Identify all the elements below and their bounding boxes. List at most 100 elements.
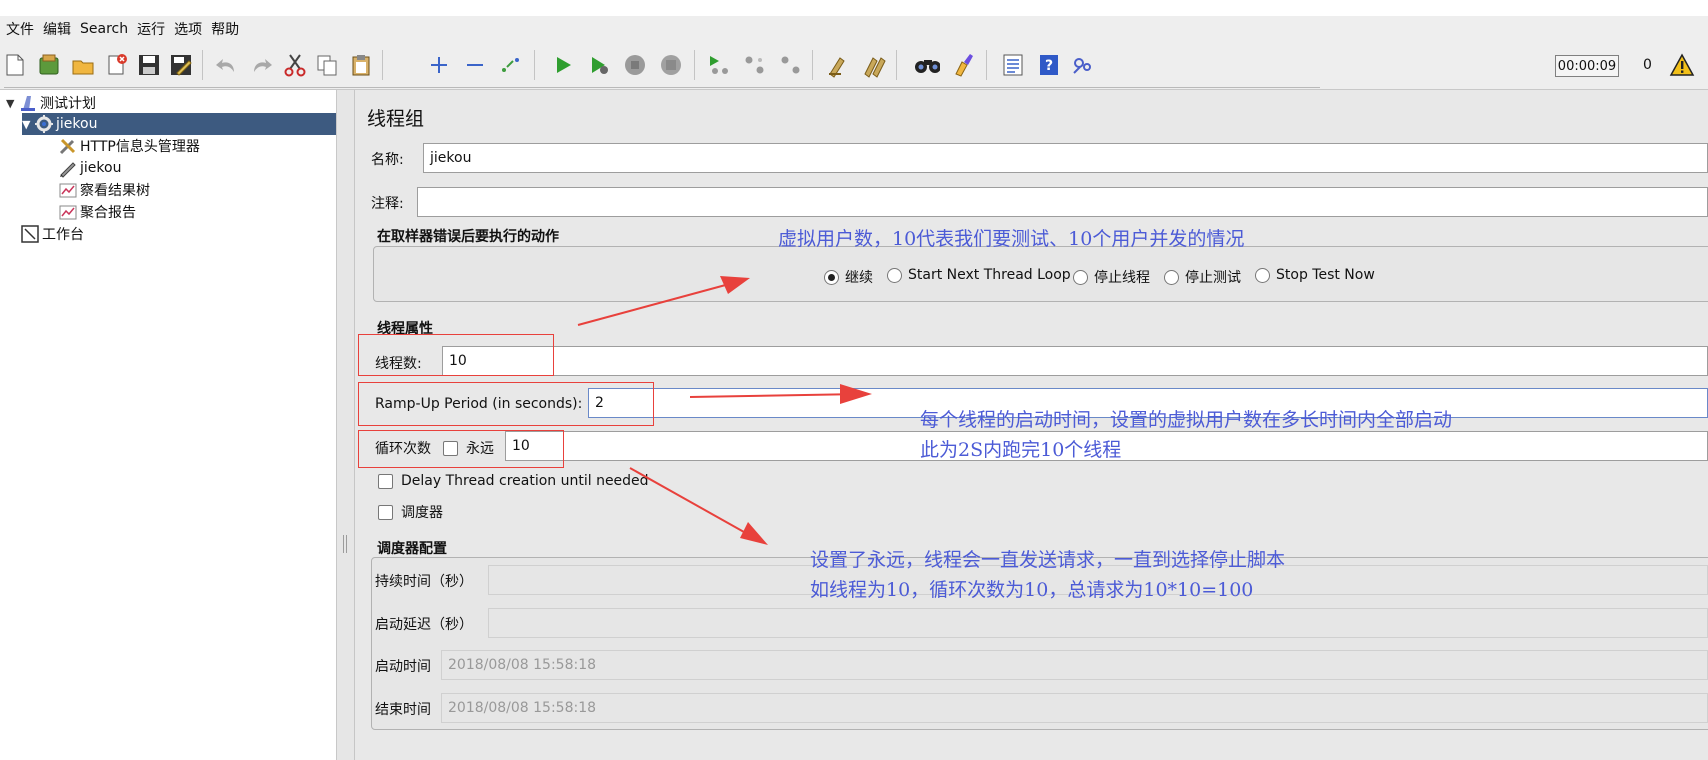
help-icon[interactable]: ? — [1036, 52, 1062, 78]
start-icon[interactable] — [550, 52, 576, 78]
expand-icon[interactable] — [426, 52, 452, 78]
checkbox-box — [378, 504, 393, 520]
stop-icon[interactable] — [622, 52, 648, 78]
toggle-icon[interactable] — [498, 52, 524, 78]
remote-stop-icon[interactable] — [742, 52, 768, 78]
rampup-highlight — [358, 382, 654, 426]
tree-node-workbench[interactable]: 工作台 — [20, 223, 84, 245]
close-icon[interactable] — [104, 52, 130, 78]
menu-help[interactable]: 帮助 — [211, 19, 239, 39]
comment-field[interactable] — [417, 187, 1708, 217]
thread-group-gear-icon — [34, 115, 54, 133]
shutdown-icon[interactable] — [658, 52, 684, 78]
tree-node-aggregate-report[interactable]: 聚合报告 — [58, 201, 136, 223]
templates-icon[interactable] — [36, 52, 62, 78]
copy-icon[interactable] — [314, 52, 340, 78]
annotation-rampup-line2: 此为2S内跑完10个线程 — [920, 439, 1122, 461]
start-no-pause-icon[interactable] — [586, 52, 612, 78]
radio-dot — [1164, 269, 1179, 285]
radio-dot — [824, 269, 839, 285]
thread-count-field[interactable]: 10 — [442, 346, 1708, 376]
start-time-field[interactable]: 2018/08/08 15:58:18 — [441, 650, 1708, 680]
tree-toggle-icon[interactable]: ▼ — [6, 97, 18, 110]
radio-dot — [1073, 269, 1088, 285]
warning-icon[interactable] — [1669, 53, 1695, 81]
open-icon[interactable] — [70, 52, 96, 78]
header-manager-tools-icon — [58, 137, 78, 155]
menu-run[interactable]: 运行 — [137, 19, 165, 39]
name-label: 名称: — [371, 152, 404, 168]
menu-edit[interactable]: 编辑 — [43, 19, 71, 39]
tree-node-sampler[interactable]: jiekou — [58, 157, 121, 179]
svg-text:?: ? — [1045, 58, 1053, 74]
tree-node-label: jiekou — [56, 116, 98, 132]
clear-all-icon[interactable] — [862, 52, 888, 78]
listener-chart-icon — [58, 181, 78, 199]
annotation-rampup-line1: 每个线程的启动时间，设置的虚拟用户数在多长时间内全部启动 — [920, 409, 1453, 431]
startup-delay-field[interactable] — [488, 608, 1708, 638]
divider-grip[interactable] — [343, 535, 347, 553]
startup-delay-label: 启动延迟（秒） — [375, 617, 473, 633]
toolbar: ? — [0, 42, 1708, 90]
tree-node-label: 测试计划 — [40, 96, 96, 112]
elapsed-timer: 00:00:09 — [1555, 55, 1619, 77]
tree-toggle-icon[interactable]: ▼ — [22, 118, 34, 131]
undo-icon[interactable] — [214, 52, 240, 78]
active-threads-count: 0 — [1643, 57, 1652, 73]
radio-stop-test[interactable]: 停止测试 — [1164, 267, 1241, 287]
menu-options[interactable]: 选项 — [174, 19, 202, 39]
log-viewer-icon[interactable] — [1070, 52, 1096, 78]
tree-node-header-manager[interactable]: HTTP信息头管理器 — [58, 135, 200, 157]
tree-node-label: 察看结果树 — [80, 183, 150, 199]
tree-node-test-plan[interactable]: ▼ 测试计划 — [6, 92, 96, 114]
thread-count-highlight — [358, 334, 554, 376]
search-icon[interactable] — [914, 52, 940, 78]
annotation-loop-line2: 如线程为10，循环次数为10，总请求为10*10=100 — [810, 579, 1254, 601]
test-plan-icon — [18, 94, 38, 112]
page-title: 线程组 — [367, 108, 425, 130]
new-file-icon[interactable] — [2, 52, 28, 78]
radio-start-next-loop[interactable]: Start Next Thread Loop — [887, 267, 1071, 283]
save-icon[interactable] — [136, 52, 162, 78]
save-as-icon[interactable] — [168, 52, 194, 78]
annotation-thread-count: 虚拟用户数，10代表我们要测试、10个用户并发的情况 — [778, 228, 1245, 250]
scheduler-checkbox[interactable]: 调度器 — [378, 502, 443, 522]
tree-node-label: jiekou — [80, 160, 122, 176]
tree-node-thread-group[interactable]: ▼ jiekou — [22, 113, 336, 135]
workbench-icon — [20, 225, 40, 243]
tree-node-label: 聚合报告 — [80, 205, 136, 221]
radio-dot — [887, 267, 902, 283]
name-field[interactable]: jiekou — [423, 143, 1708, 173]
collapse-icon[interactable] — [462, 52, 488, 78]
reset-search-icon[interactable] — [950, 52, 976, 78]
delay-thread-creation-checkbox[interactable]: Delay Thread creation until needed — [378, 473, 649, 489]
loop-count-highlight — [358, 430, 564, 468]
menu-file[interactable]: 文件 — [6, 19, 34, 39]
end-time-label: 结束时间 — [375, 702, 431, 718]
remote-start-icon[interactable] — [706, 52, 732, 78]
radio-stop-thread[interactable]: 停止线程 — [1073, 267, 1150, 287]
tree-node-label: 工作台 — [42, 227, 84, 243]
duration-label: 持续时间（秒） — [375, 574, 473, 590]
sampler-pen-icon — [58, 159, 78, 178]
radio-stop-test-now[interactable]: Stop Test Now — [1255, 267, 1375, 283]
tree-node-results-tree[interactable]: 察看结果树 — [58, 179, 150, 201]
function-helper-icon[interactable] — [1000, 52, 1026, 78]
paste-icon[interactable] — [348, 52, 374, 78]
remote-shutdown-icon[interactable] — [778, 52, 804, 78]
error-action-section-title: 在取样器错误后要执行的动作 — [377, 229, 559, 245]
radio-dot — [1255, 267, 1270, 283]
redo-icon[interactable] — [248, 52, 274, 78]
end-time-field[interactable]: 2018/08/08 15:58:18 — [441, 693, 1708, 723]
cut-icon[interactable] — [282, 52, 308, 78]
start-time-label: 启动时间 — [375, 659, 431, 675]
tree-node-label: HTTP信息头管理器 — [80, 139, 200, 155]
menu-search[interactable]: Search — [80, 21, 128, 37]
annotation-loop-line1: 设置了永远，线程会一直发送请求，一直到选择停止脚本 — [810, 549, 1286, 571]
radio-continue[interactable]: 继续 — [824, 267, 873, 287]
split-pane-divider[interactable] — [337, 90, 355, 760]
window-titlebar — [0, 0, 1708, 16]
comment-label: 注释: — [371, 196, 404, 212]
clear-icon[interactable] — [826, 52, 852, 78]
test-plan-tree: ▼ 测试计划 ▼ jiekou HTTP信息头管理器 jiekou 察看结果树 … — [0, 90, 337, 760]
